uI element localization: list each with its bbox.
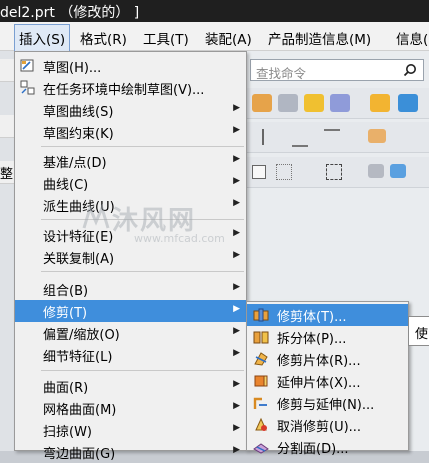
- submenu-item-untrim[interactable]: 取消修剪(U)...: [247, 414, 408, 436]
- menu-item-curve[interactable]: 曲线(C) ▶: [15, 172, 246, 194]
- menu-insert[interactable]: 插入(S): [14, 24, 71, 52]
- feature-toolbar: [246, 88, 429, 119]
- trim-sheet-icon: [254, 352, 268, 366]
- submenu-arrow-icon: ▶: [233, 125, 240, 135]
- line-tool-icon[interactable]: [262, 129, 280, 145]
- divide-face-icon: [253, 443, 269, 454]
- intersect-tool-icon[interactable]: [324, 129, 340, 147]
- menu-item-datum-point[interactable]: 基准/点(D) ▶: [15, 150, 246, 172]
- left-panel-background: 整: [0, 51, 14, 451]
- search-placeholder: 查找命令: [256, 66, 307, 81]
- untrim-icon: [255, 417, 267, 431]
- menu-bar: 插入(S) 格式(R) 工具(T) 装配(A) 产品制造信息(M) 信息(: [0, 22, 429, 52]
- submenu-arrow-icon: ▶: [233, 304, 240, 314]
- window-title-bar: del2.prt （修改的） ]: [0, 0, 429, 22]
- menu-item-detail-feature[interactable]: 细节特征(L) ▶: [15, 344, 246, 366]
- submenu-arrow-icon: ▶: [233, 326, 240, 336]
- selection-toolbar: [246, 157, 429, 188]
- window-title: del2.prt （修改的） ]: [0, 5, 140, 21]
- trim-submenu: 修剪体(T)... 拆分体(P)... 修剪片体(R)... 延伸片体(X)..…: [246, 301, 409, 457]
- cube-tool-icon[interactable]: [370, 94, 390, 112]
- menu-item-sweep[interactable]: 扫掠(W) ▶: [15, 419, 246, 441]
- submenu-item-trim-body[interactable]: 修剪体(T)...: [247, 304, 408, 326]
- menu-separator: [41, 271, 244, 272]
- blend-tool-icon[interactable]: [330, 94, 350, 112]
- tooltip: 使: [408, 316, 429, 346]
- submenu-item-trim-extend[interactable]: 修剪与延伸(N)...: [247, 392, 408, 414]
- menu-item-flange-surface[interactable]: 弯边曲面(G) ▶: [15, 441, 246, 463]
- tooltip-text: 使: [415, 327, 429, 342]
- menu-item-mesh-surface[interactable]: 网格曲面(M) ▶: [15, 397, 246, 419]
- submenu-item-extend-sheet[interactable]: 延伸片体(X)...: [247, 370, 408, 392]
- menu-item-sketch-curve[interactable]: 草图曲线(S) ▶: [15, 99, 246, 121]
- submenu-arrow-icon: ▶: [233, 401, 240, 411]
- submenu-item-divide-face[interactable]: 分割面(D)...: [247, 436, 408, 458]
- block-tool-icon[interactable]: [278, 94, 298, 112]
- trim-curve-tool-icon[interactable]: [368, 129, 386, 143]
- menu-pmi[interactable]: 产品制造信息(M): [268, 28, 371, 48]
- command-search-input[interactable]: 查找命令: [250, 59, 424, 81]
- submenu-item-trim-sheet[interactable]: 修剪片体(R)...: [247, 348, 408, 370]
- menu-item-sketch[interactable]: 草图(H)...: [15, 55, 246, 77]
- submenu-arrow-icon: ▶: [233, 154, 240, 164]
- left-strip-text: 整: [0, 167, 14, 182]
- menu-tools[interactable]: 工具(T): [143, 28, 189, 48]
- split-body-icon: [253, 331, 269, 344]
- submenu-arrow-icon: ▶: [233, 348, 240, 358]
- menu-format[interactable]: 格式(R): [80, 28, 127, 48]
- submenu-arrow-icon: ▶: [233, 176, 240, 186]
- trim-extend-icon: [253, 397, 267, 409]
- menu-separator: [41, 370, 244, 371]
- select-filter-icon[interactable]: [252, 165, 266, 179]
- edge-tool-icon[interactable]: [292, 129, 308, 147]
- submenu-arrow-icon: ▶: [233, 423, 240, 433]
- snap-point-icon[interactable]: [276, 164, 292, 180]
- menu-item-offset-scale[interactable]: 偏置/缩放(O) ▶: [15, 322, 246, 344]
- sketch-icon: [20, 59, 34, 72]
- submenu-arrow-icon: ▶: [233, 282, 240, 292]
- trim-body-icon: [253, 308, 269, 322]
- menu-item-sketch-constraint[interactable]: 草图约束(K) ▶: [15, 121, 246, 143]
- menu-item-trim[interactable]: 修剪(T) ▶: [15, 300, 246, 322]
- menu-assembly[interactable]: 装配(A): [205, 28, 252, 48]
- submenu-arrow-icon: ▶: [233, 379, 240, 389]
- watermark-url: www.mfcad.com: [134, 232, 225, 245]
- submenu-item-split-body[interactable]: 拆分体(P)...: [247, 326, 408, 348]
- magnifier-icon[interactable]: [403, 63, 417, 77]
- view-tool-icon[interactable]: [368, 164, 384, 178]
- menu-item-surface[interactable]: 曲面(R) ▶: [15, 375, 246, 397]
- cylinder-tool-icon[interactable]: [304, 94, 324, 112]
- submenu-arrow-icon: ▶: [233, 103, 240, 113]
- curve-toolbar: [246, 122, 429, 153]
- sketch-task-icon: [20, 80, 35, 95]
- shade-tool-icon[interactable]: [390, 164, 406, 178]
- box-select-icon[interactable]: [326, 164, 342, 180]
- menu-item-combine[interactable]: 组合(B) ▶: [15, 278, 246, 300]
- extend-sheet-icon: [254, 375, 268, 387]
- menu-information[interactable]: 信息(: [396, 28, 428, 48]
- watermark-logo-icon: [82, 204, 110, 229]
- menu-item-sketch-in-task[interactable]: 在任务环境中绘制草图(V)...: [15, 77, 246, 99]
- submenu-arrow-icon: ▶: [233, 445, 240, 455]
- watermark: 沐风网 www.mfcad.com: [82, 200, 262, 260]
- solid-tool-icon[interactable]: [398, 94, 418, 112]
- menu-separator: [41, 146, 244, 147]
- feature-tool-icon[interactable]: [252, 94, 272, 112]
